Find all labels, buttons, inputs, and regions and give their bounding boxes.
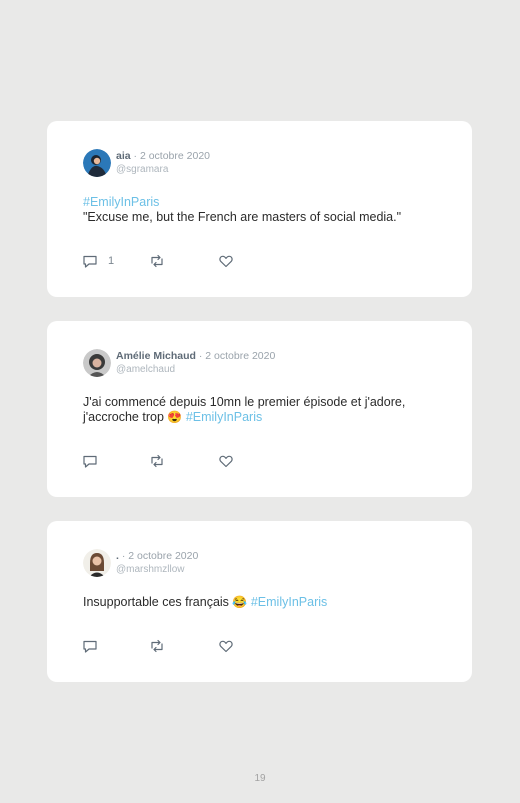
hashtag-link[interactable]: #EmilyInParis	[186, 410, 262, 424]
tweet-date: · 2 octobre 2020	[133, 150, 210, 162]
reply-icon	[83, 255, 97, 268]
retweet-button[interactable]	[149, 638, 165, 654]
like-button[interactable]	[218, 453, 234, 469]
hashtag-link[interactable]: #EmilyInParis	[251, 595, 327, 609]
tweet-text: Insupportable ces français 😂 #EmilyInPar…	[83, 595, 442, 610]
retweet-icon	[151, 454, 163, 468]
like-button[interactable]	[218, 638, 234, 654]
tweet-actions	[82, 638, 282, 654]
tweet-line: J'ai commencé depuis 10mn le premier épi…	[83, 395, 406, 409]
avatar[interactable]	[83, 549, 111, 577]
username[interactable]: .	[116, 550, 119, 562]
username[interactable]: Amélie Michaud	[116, 350, 196, 362]
user-handle[interactable]: @sgramara	[116, 163, 210, 176]
tears-of-joy-emoji: 😂	[232, 595, 248, 609]
tweet-text: J'ai commencé depuis 10mn le premier épi…	[83, 395, 442, 425]
like-icon	[219, 255, 233, 268]
tweet-card: Amélie Michaud · 2 octobre 2020 @amelcha…	[47, 321, 472, 497]
tweet-actions	[82, 453, 282, 469]
reply-count: 1	[108, 255, 115, 267]
reply-icon	[83, 640, 97, 653]
user-handle[interactable]: @marshmzllow	[116, 563, 198, 576]
tweet-card: aia · 2 octobre 2020 @sgramara #EmilyInP…	[47, 121, 472, 297]
hashtag-link[interactable]: #EmilyInParis	[83, 195, 159, 209]
user-handle[interactable]: @amelchaud	[116, 363, 275, 376]
reply-button[interactable]	[82, 453, 98, 469]
tweet-date: · 2 octobre 2020	[121, 550, 199, 562]
avatar[interactable]	[83, 149, 111, 177]
retweet-icon	[151, 639, 163, 653]
retweet-button[interactable]	[149, 253, 165, 269]
tweet-date: · 2 octobre 2020	[198, 350, 276, 362]
username[interactable]: aia	[116, 150, 131, 162]
avatar[interactable]	[83, 349, 111, 377]
tweet-quote: "Excuse me, but the French are masters o…	[83, 210, 402, 224]
heart-eyes-emoji: 😍	[167, 410, 183, 424]
reply-button[interactable]: 1	[82, 253, 114, 269]
retweet-button[interactable]	[149, 453, 165, 469]
tweet-line: j'accroche trop	[83, 410, 164, 424]
like-icon	[219, 455, 233, 468]
page-number: 19	[254, 773, 266, 784]
like-icon	[219, 640, 233, 653]
retweet-icon	[151, 254, 163, 268]
tweet-actions: 1	[82, 253, 282, 269]
reply-button[interactable]	[82, 638, 98, 654]
tweet-card: . · 2 octobre 2020 @marshmzllow Insuppor…	[47, 521, 472, 682]
tweet-line: Insupportable ces français	[83, 595, 229, 609]
tweet-text: #EmilyInParis "Excuse me, but the French…	[83, 195, 442, 225]
like-button[interactable]	[218, 253, 234, 269]
reply-icon	[83, 455, 97, 468]
